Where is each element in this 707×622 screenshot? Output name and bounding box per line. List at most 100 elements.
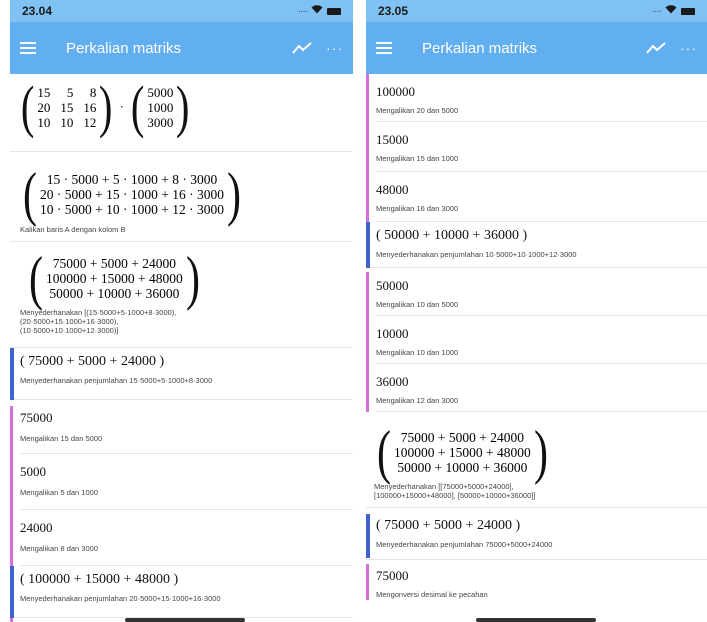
matrix-cell: 5000: [147, 84, 174, 100]
step-row-2[interactable]: ( 100000 + 15000 + 48000 ) Menyederhanak…: [10, 566, 353, 618]
expr-row: 100000 + 15000 + 48000: [393, 444, 531, 460]
home-indicator[interactable]: [125, 618, 245, 622]
sub-step[interactable]: 75000 Mengalikan 15 dan 5000: [20, 400, 353, 454]
step-expand[interactable]: ( 15 · 5000 + 5 · 1000 + 8 · 3000 20 · 5…: [10, 152, 353, 242]
left-paren: (: [28, 245, 43, 311]
right-paren: ): [185, 245, 200, 311]
sub-step-description: Mengalikan 12 dan 3000: [376, 396, 459, 405]
sub-step-value: 50000: [376, 278, 409, 293]
sub-step[interactable]: 15000 Mengalikan 15 dan 1000: [376, 122, 707, 172]
battery-icon: [327, 7, 341, 15]
expr-row: 20 · 5000 + 15 · 1000 + 16 · 3000: [39, 186, 224, 202]
sub-step-value: 75000: [376, 568, 409, 583]
step-expression: ( 75000 + 5000 + 24000 ): [376, 518, 521, 533]
expand-rows: 15 · 5000 + 5 · 1000 + 8 · 3000 20 · 500…: [40, 172, 224, 217]
step-expression: ( 75000 + 5000 + 24000 ): [20, 354, 165, 369]
sub-step-indicator: [366, 564, 369, 600]
matrix-cell: 10: [60, 114, 74, 130]
signal-icon: ····: [297, 5, 308, 17]
sub-step-last[interactable]: 75000 Mengonversi desimal ke pecahan: [366, 560, 707, 600]
battery-icon: [681, 7, 695, 15]
step-description: Menyederhanakan [(15·5000+5·1000+8·3000)…: [20, 308, 353, 335]
step-description: Menyederhanakan penjumlahan 75000+5000+2…: [376, 540, 553, 549]
solution-steps: 100000 Mengalikan 20 dan 5000 15000 Meng…: [366, 74, 707, 600]
problem-expression: ( 15 5 8 20 15 16 10 10 12 ) · ( 5000 10…: [10, 74, 353, 152]
sub-step-indicator: [10, 618, 13, 622]
right-paren: ): [533, 419, 548, 485]
step-simplify[interactable]: ( 75000 + 5000 + 24000 100000 + 15000 + …: [10, 242, 353, 348]
sub-step-value: 15000: [376, 132, 409, 147]
step-row-1[interactable]: ( 75000 + 5000 + 24000 ) Menyederhanakan…: [10, 348, 353, 400]
sub-steps-1: 75000 Mengalikan 15 dan 5000 5000 Mengal…: [10, 400, 353, 566]
more-icon[interactable]: ···: [326, 40, 343, 56]
simplify-rows: 75000 + 5000 + 24000 100000 + 15000 + 48…: [46, 256, 183, 301]
expr-row: 50000 + 10000 + 36000: [397, 459, 528, 475]
matrix-cell: 12: [83, 114, 97, 130]
desc-line: (20·5000+15·1000+16·3000),: [20, 317, 119, 326]
sub-step-indicator: [366, 74, 369, 222]
app-title: Perkalian matriks: [66, 39, 182, 57]
expr-row: 75000 + 5000 + 24000: [52, 255, 176, 271]
left-screen: 23.04 ···· Perkalian matriks ··· ( 15 5 …: [10, 0, 353, 622]
sub-step[interactable]: 100000 Mengalikan 20 dan 5000: [376, 74, 707, 122]
more-icon[interactable]: ···: [680, 40, 697, 56]
step-expression: ( 100000 + 15000 + 48000 ): [20, 572, 179, 587]
step-indicator: [10, 348, 14, 400]
wifi-icon: [311, 5, 323, 17]
result-rows: 75000 + 5000 + 24000 100000 + 15000 + 48…: [394, 430, 531, 475]
step-indicator: [10, 566, 14, 618]
desc-line: (10·5000+10·1000+12·3000)]: [20, 326, 119, 335]
right-paren: ): [226, 161, 241, 227]
matrix-a: 15 5 8 20 15 16 10 10 12: [37, 85, 96, 130]
solution-steps: ( 15 5 8 20 15 16 10 10 12 ) · ( 5000 10…: [10, 74, 353, 622]
app-title: Perkalian matriks: [422, 39, 538, 57]
expr-row: 15 · 5000 + 5 · 1000 + 8 · 3000: [46, 171, 218, 187]
matrix-b: 5000 1000 3000: [147, 85, 173, 130]
step-row-4[interactable]: ( 75000 + 5000 + 24000 ) Menyederhanakan…: [366, 508, 707, 560]
status-icons: ····: [298, 5, 341, 17]
matrix-cell: 15: [37, 84, 51, 100]
right-paren: ): [99, 74, 113, 139]
sub-step[interactable]: 5000 Mengalikan 5 dan 1000: [20, 454, 353, 510]
status-time: 23.04: [22, 4, 53, 18]
step-indicator: [366, 222, 370, 268]
right-paren: ): [176, 74, 190, 139]
menu-icon[interactable]: [20, 42, 36, 54]
matrix-cell: 10: [37, 114, 51, 130]
signal-icon: ····: [651, 5, 662, 17]
sub-step-description: Mengalikan 10 dan 1000: [376, 348, 459, 357]
graph-icon[interactable]: [292, 41, 312, 55]
step-row-3[interactable]: ( 50000 + 10000 + 36000 ) Menyederhanaka…: [366, 222, 707, 268]
sub-step-value: 75000: [20, 410, 53, 425]
sub-steps-b: 50000 Mengalikan 10 dan 5000 10000 Menga…: [366, 268, 707, 412]
sub-step-value: 100000: [376, 84, 415, 99]
sub-step-description: Mengalikan 5 dan 1000: [20, 488, 98, 497]
matrix-cell: 1000: [147, 99, 174, 115]
app-bar: Perkalian matriks ···: [366, 22, 707, 74]
sub-step[interactable]: 36000 Mengalikan 12 dan 3000: [376, 364, 707, 412]
step-result[interactable]: ( 75000 + 5000 + 24000 100000 + 15000 + …: [366, 412, 707, 508]
right-screen: 23.05 ···· Perkalian matriks ··· 100000 …: [366, 0, 707, 622]
sub-step[interactable]: 50000 Mengalikan 10 dan 5000: [376, 268, 707, 316]
sub-step[interactable]: 24000 Mengalikan 8 dan 3000: [20, 510, 353, 566]
step-description: Menyederhanakan penjumlahan 15·5000+5·10…: [20, 376, 213, 385]
expr-row: 50000 + 10000 + 36000: [49, 285, 180, 301]
menu-icon[interactable]: [376, 42, 392, 54]
sub-step-description: Mengalikan 16 dan 3000: [376, 204, 459, 213]
sub-step-indicator: [10, 406, 13, 566]
left-paren: (: [20, 74, 35, 139]
expr-row: 75000 + 5000 + 24000: [400, 429, 524, 445]
matrix-cell: 20: [37, 99, 51, 115]
home-indicator[interactable]: [476, 618, 596, 622]
expr-row: 10 · 5000 + 10 · 1000 + 12 · 3000: [39, 201, 224, 217]
matrix-cell: 8: [89, 84, 97, 100]
sub-steps-a: 100000 Mengalikan 20 dan 5000 15000 Meng…: [366, 74, 707, 222]
step-expression: ( 50000 + 10000 + 36000 ): [376, 228, 528, 243]
graph-icon[interactable]: [646, 41, 666, 55]
sub-step-description: Mengalikan 20 dan 5000: [376, 106, 459, 115]
sub-step-value: 10000: [376, 326, 409, 341]
status-bar: 23.04 ····: [10, 0, 353, 22]
sub-step[interactable]: 48000 Mengalikan 16 dan 3000: [376, 172, 707, 222]
sub-step[interactable]: 10000 Mengalikan 10 dan 1000: [376, 316, 707, 364]
left-paren: (: [130, 74, 145, 139]
